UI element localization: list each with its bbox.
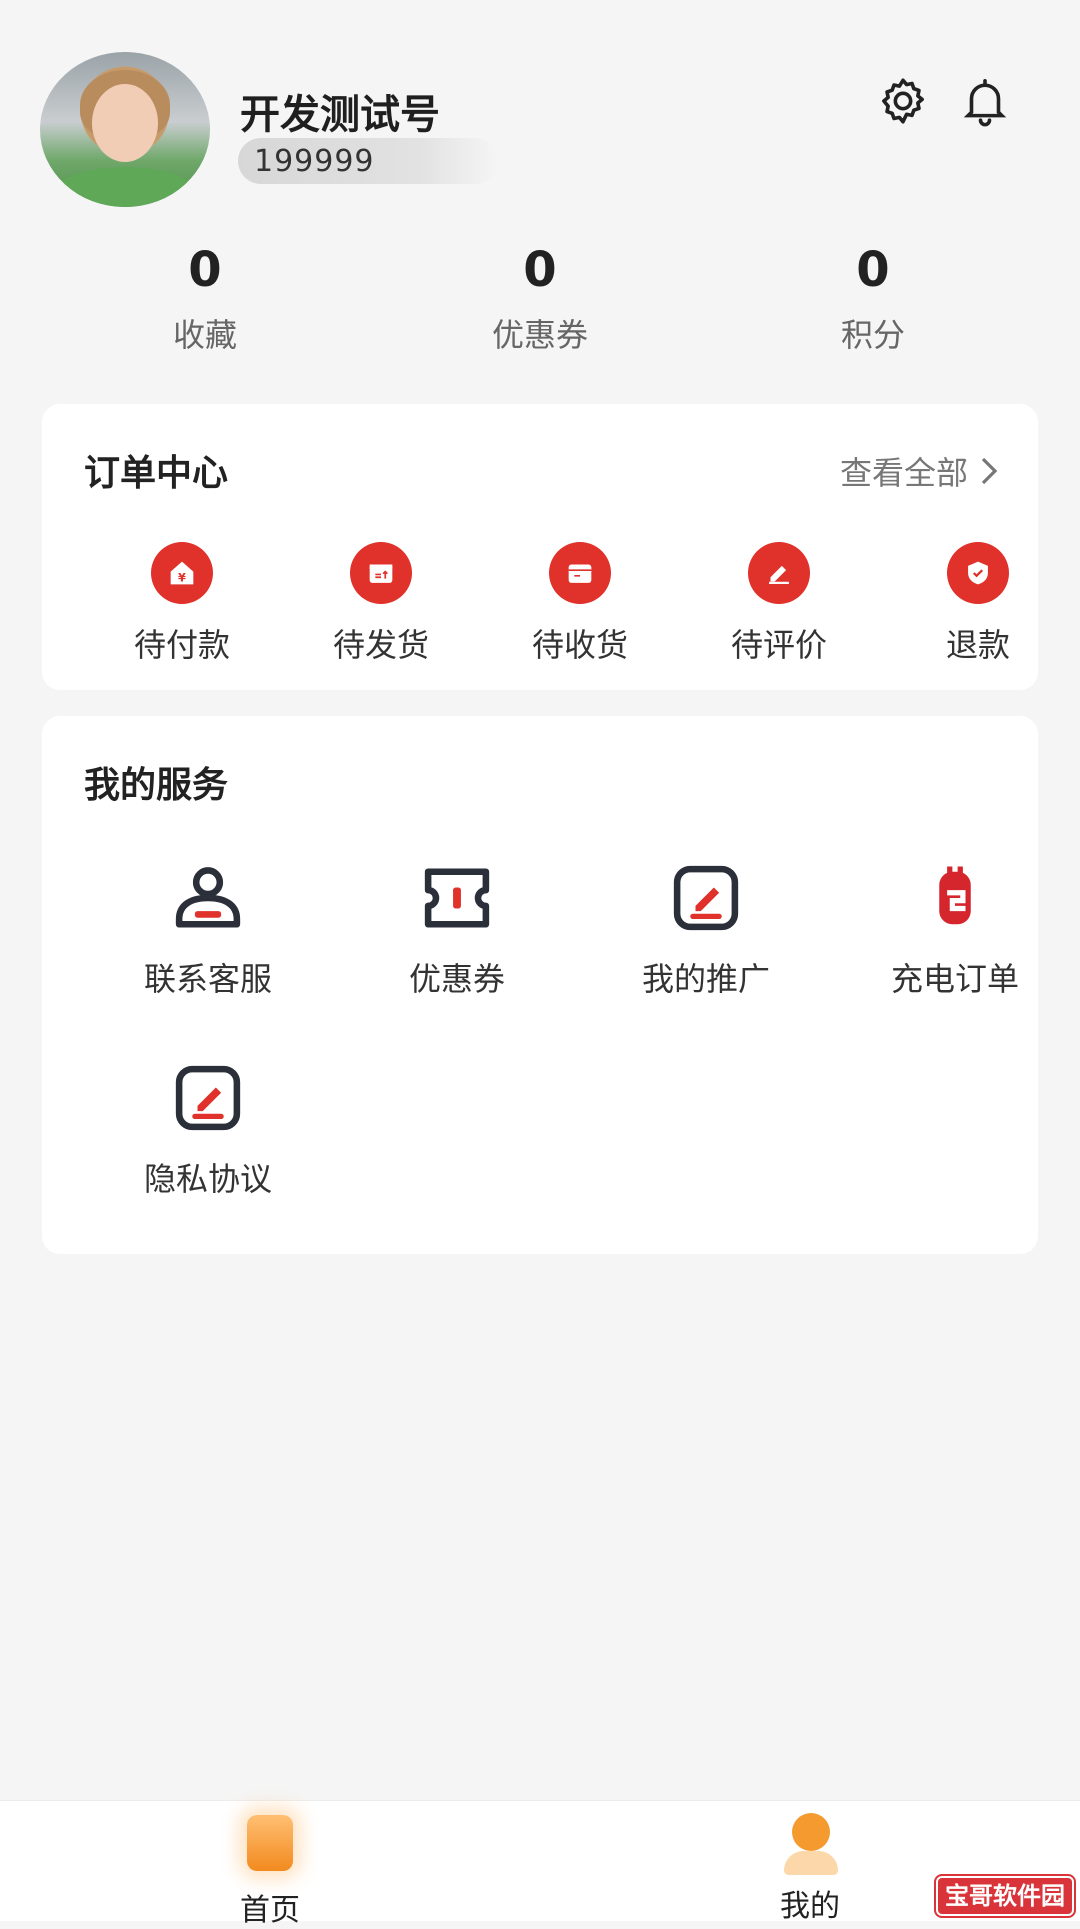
home-icon [240,1815,300,1879]
stat-coupons[interactable]: 0 优惠券 [440,240,640,356]
order-label: 退款 [945,626,1010,664]
service-label: 联系客服 [143,960,272,998]
bell-icon[interactable] [958,74,1012,128]
edit-square-icon [664,856,748,940]
stat-favorites[interactable]: 0 收藏 [105,240,305,356]
service-coupons[interactable]: 优惠券 [347,856,567,1000]
bottom-tab-bar: 首页 我的 [0,1800,1080,1928]
charging-plug-icon [913,856,997,940]
service-label: 我的推广 [641,960,770,998]
phone-number: 199999 [254,144,375,179]
user-icon [780,1811,840,1875]
gear-icon[interactable] [876,74,930,128]
service-label: 隐私协议 [143,1160,272,1198]
tab-me[interactable]: 我的 [730,1811,890,1925]
my-services-title: 我的服务 [84,765,229,806]
edit-square-icon [166,1056,250,1140]
username: 开发测试号 [240,92,440,138]
view-all-orders-link[interactable]: 查看全部 [840,448,1002,494]
customer-service-icon [166,856,250,940]
service-my-promotion[interactable]: 我的推广 [596,856,816,1000]
service-charging-orders[interactable]: 充电订单 [845,856,1065,1000]
watermark-badge: 宝哥软件园 [936,1876,1074,1916]
stat-value: 0 [188,242,222,298]
coupon-icon [415,856,499,940]
order-pending-review[interactable]: 待评价 [689,542,869,666]
order-pending-payment[interactable]: ¥ 待付款 [92,542,272,666]
order-pending-receipt[interactable]: 待收货 [490,542,670,666]
wallet-icon: ¥ [151,542,213,604]
view-all-label: 查看全部 [839,454,968,492]
service-label: 优惠券 [408,960,505,998]
tab-label: 首页 [240,1893,300,1928]
tab-home[interactable]: 首页 [190,1811,350,1929]
stat-label: 优惠券 [491,316,588,354]
order-label: 待收货 [531,626,628,664]
stat-value: 0 [856,242,890,298]
stat-value: 0 [523,242,557,298]
svg-text:¥: ¥ [178,571,186,585]
stat-label: 积分 [840,316,905,354]
order-label: 待评价 [730,626,827,664]
refund-shield-icon [947,542,1009,604]
order-pending-shipment[interactable]: 待发货 [291,542,471,666]
my-services-card: 我的服务 联系客服 优惠券 我的推广 充电订单 隐私协议 [42,716,1038,1254]
service-label: 充电订单 [890,960,1019,998]
ship-box-icon [350,542,412,604]
stat-points[interactable]: 0 积分 [773,240,973,356]
tab-label: 我的 [780,1889,840,1924]
service-privacy-policy[interactable]: 隐私协议 [98,1056,318,1200]
order-refund[interactable]: 退款 [888,542,1068,666]
avatar[interactable] [40,52,210,207]
review-pen-icon [748,542,810,604]
chevron-right-icon [981,457,998,485]
order-center-card: 订单中心 查看全部 ¥ 待付款 待发货 待收货 待评价 退款 [42,404,1038,690]
stat-label: 收藏 [172,316,237,354]
order-center-title: 订单中心 [84,453,229,494]
service-contact-support[interactable]: 联系客服 [98,856,318,1000]
receive-box-icon [549,542,611,604]
phone-badge: 199999 [238,138,498,184]
order-label: 待付款 [133,626,230,664]
order-label: 待发货 [332,626,429,664]
